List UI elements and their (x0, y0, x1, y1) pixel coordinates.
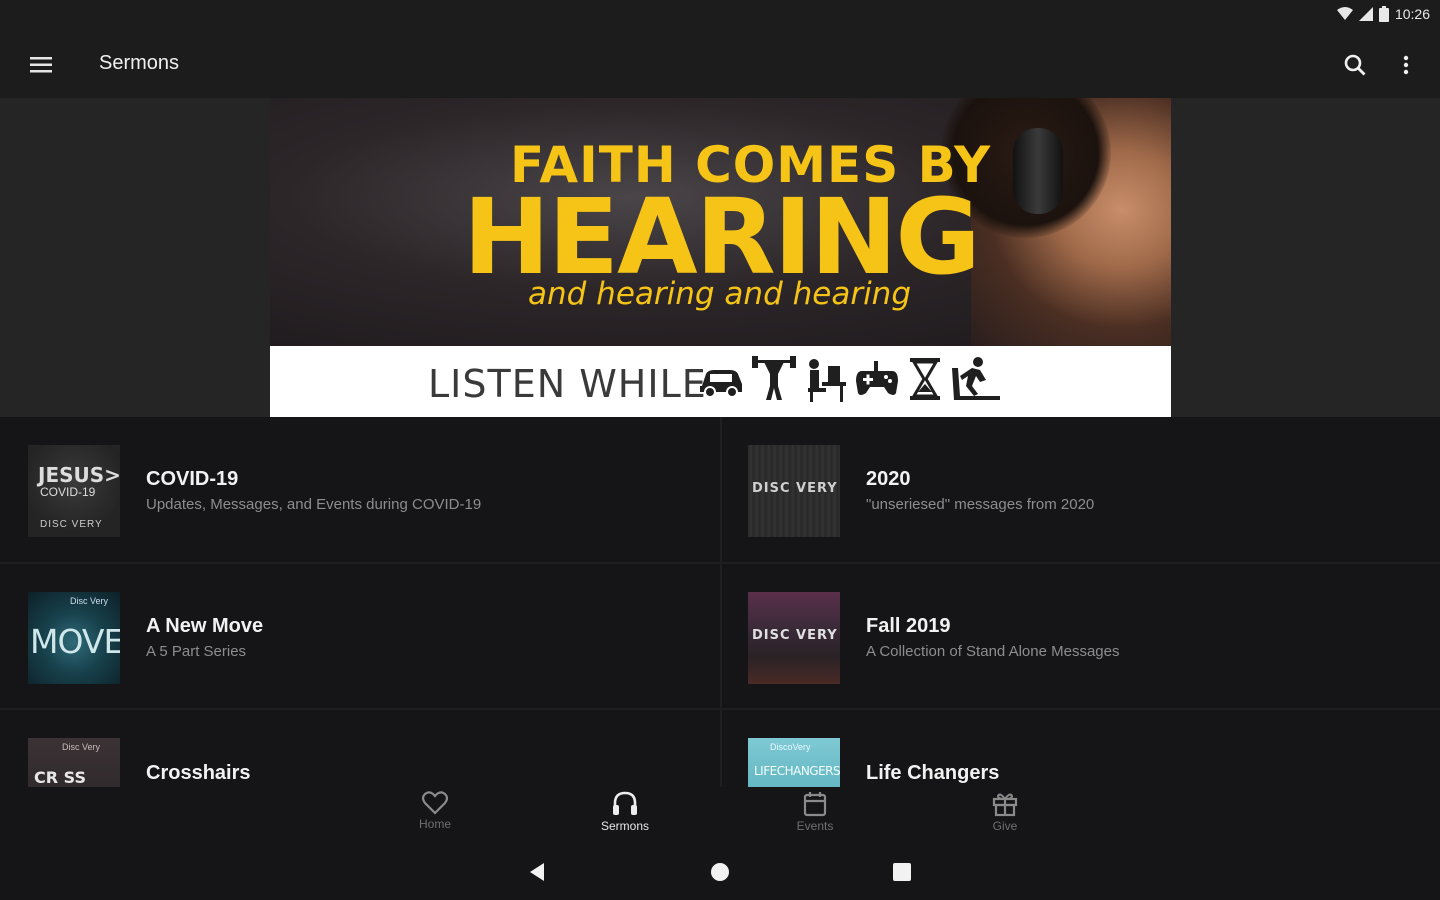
series-title: COVID-19 (146, 468, 239, 490)
thumb-text: DISC VERY (752, 628, 838, 643)
overflow-menu-button[interactable] (1386, 44, 1426, 86)
thumb-text: LIFECHANGERS (754, 764, 840, 778)
banner-strip: LISTEN WHILE (270, 346, 1171, 417)
series-item-fall-2019[interactable]: DISC VERY Fall 2019 A Collection of Stan… (720, 564, 1438, 708)
sermon-series-list: JESUS> COVID-19 DISC VERY COVID-19 Updat… (0, 417, 1440, 787)
app-bar: Sermons (0, 30, 1440, 98)
recents-icon[interactable] (890, 860, 914, 884)
nav-label: Give (992, 819, 1018, 833)
nav-label: Events (796, 819, 834, 833)
system-navigation-bar (0, 840, 1440, 900)
nav-label: Sermons (600, 819, 650, 833)
series-thumbnail: DISC VERY (748, 592, 840, 684)
search-icon (1344, 54, 1366, 76)
promo-banner[interactable]: FAITH COMES BY HEARING and hearing and h… (270, 98, 1171, 417)
thumb-text: CR SS (34, 768, 86, 787)
nav-home[interactable]: Home (390, 791, 480, 839)
series-title: 2020 (866, 468, 911, 490)
series-thumbnail: DISC VERY (748, 445, 840, 537)
headphones-graphic (1013, 128, 1063, 214)
thumb-text: COVID-19 (40, 485, 96, 499)
menu-button[interactable] (20, 44, 62, 86)
heart-icon (422, 791, 448, 815)
hourglass-icon (910, 358, 940, 400)
overflow-menu-icon (1403, 55, 1409, 75)
banner-area: FAITH COMES BY HEARING and hearing and h… (0, 98, 1440, 417)
status-icons: 10:26 (1336, 6, 1430, 22)
headphones-icon (613, 791, 637, 815)
thumb-text: MOVE (30, 622, 120, 661)
banner-tagline: and hearing and hearing (528, 276, 912, 312)
series-thumbnail: DiscoVery LIFECHANGERS (748, 738, 840, 787)
series-subtitle: "unseriesed" messages from 2020 (866, 496, 1095, 513)
thumb-text: Disc Very (70, 596, 109, 606)
thumb-text: DISC VERY (752, 481, 838, 496)
gift-icon (992, 793, 1018, 817)
series-item-crosshairs[interactable]: Disc Very CR SS Crosshairs (0, 710, 718, 787)
office-work-icon (808, 359, 846, 402)
search-button[interactable] (1334, 44, 1376, 86)
series-title: Life Changers (866, 762, 1000, 784)
series-thumbnail: Disc Very CR SS (28, 738, 120, 787)
banner-image: FAITH COMES BY HEARING and hearing and h… (270, 98, 1171, 346)
nav-give[interactable]: Give (960, 791, 1050, 839)
series-thumbnail: JESUS> COVID-19 DISC VERY (28, 445, 120, 537)
series-subtitle: Updates, Messages, and Events during COV… (146, 496, 482, 513)
series-subtitle: A 5 Part Series (146, 643, 247, 660)
car-icon (700, 370, 742, 398)
back-icon[interactable] (526, 860, 550, 884)
series-thumbnail: Disc Very MOVE (28, 592, 120, 684)
series-title: A New Move (146, 615, 264, 637)
series-item-life-changers[interactable]: DiscoVery LIFECHANGERS Life Changers (720, 710, 1438, 787)
series-title: Fall 2019 (866, 615, 951, 637)
signal-icon (1358, 7, 1373, 21)
page-title: Sermons (99, 52, 180, 74)
series-item-a-new-move[interactable]: Disc Very MOVE A New Move A 5 Part Serie… (0, 564, 718, 708)
treadmill-icon (952, 357, 1000, 400)
nav-events[interactable]: Events (770, 791, 860, 839)
nav-label: Home (418, 817, 451, 831)
series-item-2020[interactable]: DISC VERY 2020 "unseriesed" messages fro… (720, 417, 1438, 561)
calendar-icon (803, 792, 827, 817)
thumb-text: DISC VERY (40, 519, 103, 530)
hamburger-icon (30, 57, 52, 73)
wifi-icon (1336, 7, 1353, 20)
series-item-covid-19[interactable]: JESUS> COVID-19 DISC VERY COVID-19 Updat… (0, 417, 718, 561)
bottom-navigation: Home Sermons Events Give (0, 787, 1440, 840)
status-bar: 10:26 (0, 0, 1440, 30)
activity-icons (698, 356, 1002, 402)
status-time: 10:26 (1394, 6, 1430, 22)
series-subtitle: A Collection of Stand Alone Messages (866, 643, 1120, 660)
listen-while-text: LISTEN WHILE (428, 362, 707, 406)
thumb-text: Disc Very (62, 742, 101, 752)
gamepad-icon (856, 361, 898, 395)
weightlifting-icon (752, 356, 796, 400)
battery-icon (1378, 6, 1389, 22)
thumb-text: JESUS> (38, 463, 120, 487)
home-icon[interactable] (708, 860, 732, 884)
series-title: Crosshairs (146, 762, 251, 784)
thumb-text: DiscoVery (770, 742, 811, 752)
nav-sermons[interactable]: Sermons (580, 791, 670, 839)
